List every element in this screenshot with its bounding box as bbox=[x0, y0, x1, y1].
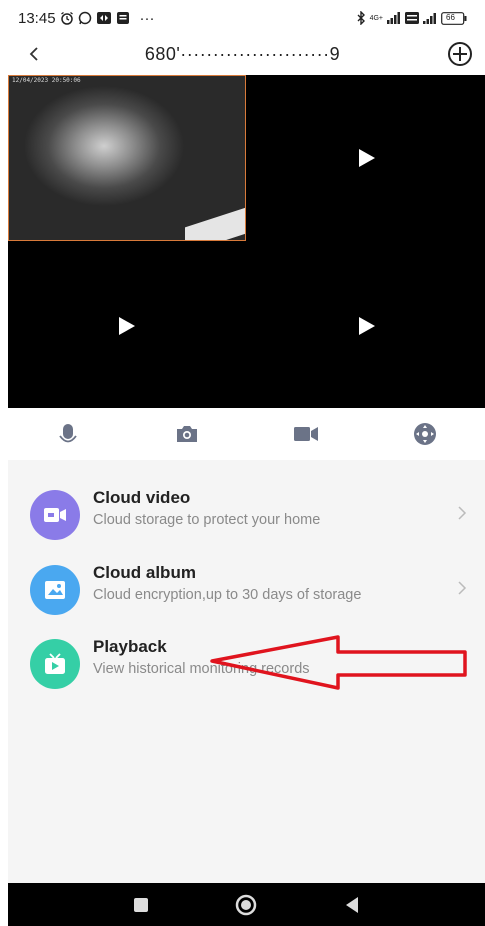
microphone-button[interactable] bbox=[48, 414, 88, 454]
home-button[interactable] bbox=[231, 890, 261, 920]
recents-button[interactable] bbox=[126, 890, 156, 920]
play-icon[interactable] bbox=[358, 149, 375, 167]
microphone-icon bbox=[58, 424, 77, 443]
camera-feed-edge bbox=[185, 204, 245, 240]
network-type: 4G+ bbox=[369, 14, 383, 22]
status-more: ··· bbox=[139, 9, 155, 27]
item-subtitle: Cloud storage to protect your home bbox=[93, 512, 321, 528]
device-title: 680'·······················9 bbox=[144, 43, 341, 64]
circle-plus-icon bbox=[448, 42, 472, 66]
cloud-album-avatar bbox=[30, 565, 80, 615]
play-icon[interactable] bbox=[119, 316, 135, 335]
battery-icon: 66 bbox=[441, 11, 467, 25]
chevron-right-icon bbox=[458, 581, 467, 595]
alarm-icon bbox=[60, 11, 74, 25]
ptz-button[interactable] bbox=[405, 414, 445, 454]
bluetooth-icon bbox=[356, 11, 366, 25]
item-title: Playback bbox=[93, 637, 167, 656]
volte-icon bbox=[405, 12, 419, 24]
snapshot-button[interactable] bbox=[167, 414, 207, 454]
item-subtitle: Cloud encryption,up to 30 days of storag… bbox=[93, 587, 362, 603]
cloud-video-item[interactable]: Cloud video Cloud storage to protect you… bbox=[8, 480, 485, 550]
camera-icon bbox=[176, 426, 197, 442]
back-nav-button[interactable] bbox=[337, 890, 367, 920]
video-tile-4[interactable] bbox=[248, 243, 485, 408]
video-grid: 12/04/2023 20:50:06 bbox=[8, 75, 485, 408]
item-title: Cloud album bbox=[93, 563, 196, 582]
cloud-album-item[interactable]: Cloud album Cloud encryption,up to 30 da… bbox=[8, 555, 485, 625]
system-nav-bar bbox=[8, 883, 485, 926]
message-app-icon bbox=[116, 11, 130, 25]
chevron-left-icon bbox=[29, 47, 38, 61]
joystick-icon bbox=[414, 423, 437, 445]
sync-app-icon bbox=[96, 11, 112, 25]
playback-tv-icon bbox=[45, 653, 65, 674]
item-title: Cloud video bbox=[93, 488, 191, 507]
item-subtitle: View historical monitoring records bbox=[93, 661, 310, 677]
status-time: 13:45 bbox=[18, 9, 56, 27]
top-bar: 680'·······················9 bbox=[0, 36, 485, 72]
video-tile-2[interactable] bbox=[248, 75, 485, 241]
add-device-button[interactable] bbox=[445, 39, 475, 69]
cloud-video-icon bbox=[44, 508, 66, 522]
square-icon bbox=[133, 897, 148, 912]
signal-icon-2 bbox=[423, 12, 437, 24]
playback-item[interactable]: Playback View historical monitoring reco… bbox=[8, 629, 485, 699]
play-icon[interactable] bbox=[358, 316, 375, 335]
status-bar: 13:45 ··· 4G+ 66 bbox=[0, 0, 485, 36]
chevron-right-icon bbox=[458, 506, 467, 520]
feature-list: Cloud video Cloud storage to protect you… bbox=[8, 460, 485, 883]
record-button[interactable] bbox=[286, 414, 326, 454]
video-timestamp: 12/04/2023 20:50:06 bbox=[12, 77, 81, 84]
circle-icon bbox=[236, 894, 257, 915]
battery-level: 66 bbox=[446, 12, 455, 22]
cloud-album-icon bbox=[45, 581, 65, 599]
control-row bbox=[8, 408, 485, 460]
playback-avatar bbox=[30, 639, 80, 689]
video-tile-3[interactable] bbox=[8, 243, 246, 408]
video-camera-icon bbox=[294, 427, 319, 441]
whatsapp-icon bbox=[78, 11, 92, 25]
video-tile-1[interactable]: 12/04/2023 20:50:06 bbox=[8, 75, 246, 241]
signal-icon bbox=[387, 12, 401, 24]
back-button[interactable] bbox=[20, 40, 48, 68]
cloud-video-avatar bbox=[30, 490, 80, 540]
triangle-back-icon bbox=[346, 896, 359, 913]
